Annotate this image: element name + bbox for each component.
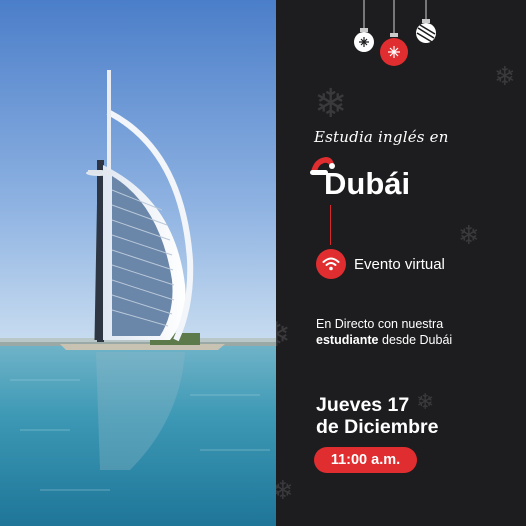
event-panel: ❄ ❄ ❄ ❄ ❄ ❄ Estudia inglés en Dubái Even… — [276, 0, 526, 526]
snowflake-icon: ❄ — [494, 62, 516, 92]
headline-eyebrow: Estudia inglés en — [314, 128, 449, 146]
description-line-1: En Directo con nuestra — [316, 317, 444, 331]
red-ornament-icon — [380, 33, 408, 66]
event-time-badge: 11:00 a.m. — [314, 447, 417, 473]
hotel-photo — [0, 0, 276, 526]
snowflake-icon: ❄ — [314, 81, 348, 127]
snowflake-icon: ❄ — [276, 476, 294, 506]
city-title: Dubái — [324, 166, 411, 201]
description-rest: desde Dubái — [378, 333, 453, 347]
date-line-2: de Diciembre — [316, 416, 439, 438]
description-emphasis: estudiante — [316, 333, 379, 347]
date-line-1: Jueves 17 — [316, 394, 410, 416]
event-type: Evento virtual — [316, 249, 445, 279]
christmas-ornaments — [354, 0, 436, 66]
event-type-label: Evento virtual — [354, 255, 445, 273]
event-description: En Directo con nuestra estudiante desde … — [316, 316, 516, 348]
snowflake-ornament-icon — [354, 28, 374, 52]
event-date: Jueves 17 de Diciembre — [316, 394, 438, 438]
snowflake-icon: ❄ — [276, 315, 291, 355]
snowflake-icon: ❄ — [458, 221, 480, 251]
divider-line — [330, 205, 331, 245]
striped-ornament-icon — [416, 19, 436, 43]
wifi-icon — [316, 249, 346, 279]
description-line-2: estudiante desde Dubái — [316, 332, 516, 348]
